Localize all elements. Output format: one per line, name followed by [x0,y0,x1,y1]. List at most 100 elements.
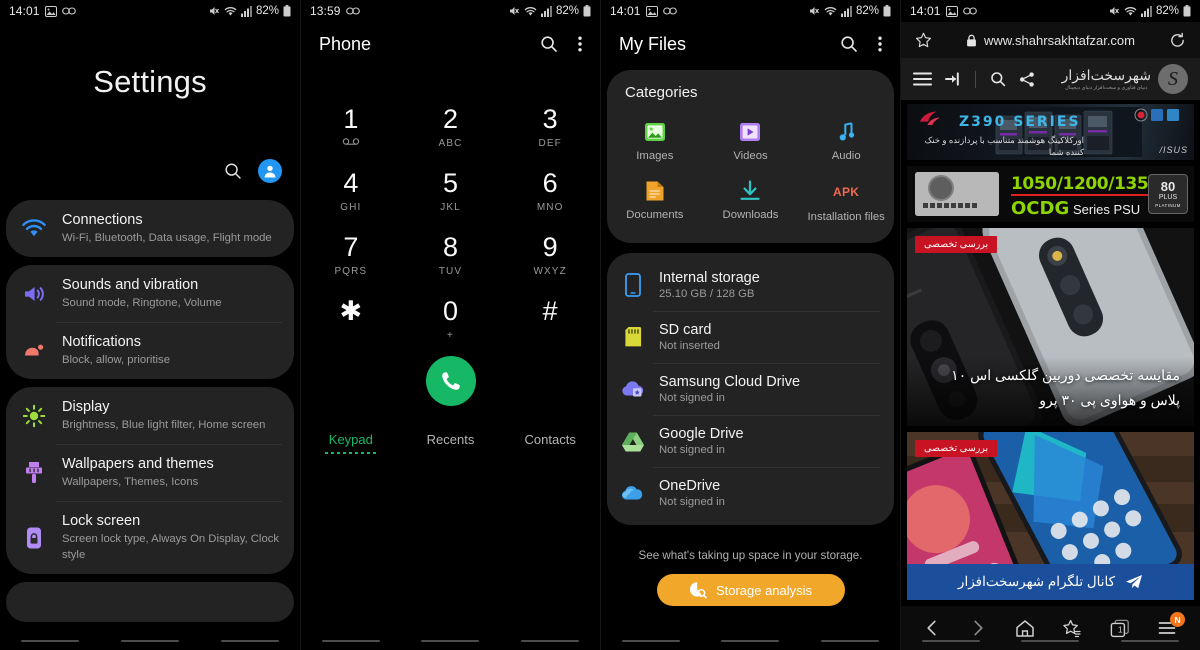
dial-key-4[interactable]: 4 GHI [301,160,401,222]
storage-analysis-label: Storage analysis [715,582,813,598]
storage-title: OneDrive [659,478,721,494]
badge-mid: PLUS [1158,194,1178,202]
article-card-camera-comparison[interactable]: بررسی تخصصی مقایسه تخصصی دوربین گلکسی اس… [907,228,1194,426]
search-icon[interactable] [224,162,242,180]
ad-banner-asus-z390[interactable]: Z390 SERIES اورکلاکینگ هوشمند متناسب با … [907,104,1194,160]
dial-key-3[interactable]: 3 DEF [500,96,600,158]
search-icon[interactable] [540,35,558,53]
dial-key-5[interactable]: 5 JKL [401,160,501,222]
more-vertical-icon[interactable] [578,36,582,52]
gesture-bar[interactable] [901,632,1200,650]
psu-product-image [915,172,999,216]
category-installation-files[interactable]: APK Installation files [798,172,894,229]
dial-letters: WXYZ [533,265,567,277]
gesture-bar[interactable] [601,632,900,650]
phone-appbar: Phone [301,22,600,66]
gesture-bar[interactable] [301,632,600,650]
tab-label: Contacts [524,432,576,447]
storage-item-samsung-cloud-drive[interactable]: Samsung Cloud Drive Not signed in [607,363,894,415]
dial-key-7[interactable]: 7 PQRS [301,224,401,286]
categories-heading: Categories [625,84,698,101]
call-button-wrap [301,356,600,406]
ad-banner-ocdg-psu[interactable]: 1050/1200/1350W OCDG Series PSU 80 PLUS … [907,166,1194,222]
dial-key-2[interactable]: 2 ABC [401,96,501,158]
video-icon [739,121,761,143]
sidebar-item-lock-screen[interactable]: Lock screen Screen lock type, Always On … [6,501,294,573]
page-title: My Files [619,33,686,54]
settings-card-next-partial[interactable] [6,581,294,622]
wifi-icon [6,218,62,239]
article-card-second[interactable]: بررسی تخصصی [907,432,1194,564]
dial-key-0[interactable]: 0 + [401,288,501,350]
panel-my-files: 14:01 82% My Files Categories Images Vid… [600,0,900,650]
tab-contacts[interactable]: Contacts [500,432,600,454]
dial-letters: TUV [438,265,463,277]
more-vertical-icon[interactable] [878,36,882,52]
ad-model-label: OCDG [1011,198,1070,219]
dial-key-9[interactable]: 9 WXYZ [500,224,600,286]
sidebar-item-connections[interactable]: Connections Wi-Fi, Bluetooth, Data usage… [6,200,294,257]
dial-key-1[interactable]: 1 [301,96,401,158]
url-display[interactable]: www.shahrsakhtafzar.com [942,33,1159,48]
battery-percent: 82% [855,5,879,17]
category-documents[interactable]: Documents [607,172,703,229]
site-logo: S [1158,64,1188,94]
sidebar-item-wallpapers-and-themes[interactable]: Wallpapers and themes Wallpapers, Themes… [6,444,294,501]
ad-award-badges-icon [1134,108,1179,122]
dial-key-8[interactable]: 8 TUV [401,224,501,286]
storage-item-internal[interactable]: Internal storage 25.10 GB / 128 GB [607,259,894,311]
dial-digit: # [542,295,558,326]
brand-name: شهرسخت‌افزار [1061,67,1151,83]
sidebar-item-notifications[interactable]: Notifications Block, allow, prioritise [6,322,294,379]
login-icon[interactable] [945,72,961,86]
call-button[interactable] [425,356,476,406]
telegram-channel-bar[interactable]: کانال تلگرام شهرسخت‌افزار [907,564,1194,600]
storage-item-google-drive[interactable]: Google Drive Not signed in [607,415,894,467]
dial-key-hash[interactable]: # [500,288,600,350]
sidebar-item-display[interactable]: Display Brightness, Blue light filter, H… [6,387,294,444]
storage-note: See what's taking up space in your stora… [638,549,863,562]
setting-subtitle: Wi-Fi, Bluetooth, Data usage, Flight mod… [62,231,272,244]
category-videos[interactable]: Videos [703,113,799,168]
tab-keypad[interactable]: Keypad [301,432,401,454]
battery-percent: 82% [1155,5,1179,17]
status-time: 13:59 [310,4,341,18]
tab-recents[interactable]: Recents [401,432,501,454]
category-downloads[interactable]: Downloads [703,172,799,229]
dial-key-star[interactable]: ✱ [301,288,401,350]
categories-card: Categories Images Videos Audio Documents [607,70,894,243]
dial-letters: + [447,329,454,341]
setting-title: Notifications [62,334,141,351]
dial-digit: 2 [442,103,458,134]
category-label: Videos [733,150,768,162]
browser-url-bar[interactable]: www.shahrsakhtafzar.com [901,22,1200,58]
battery-icon [883,5,891,17]
dial-key-6[interactable]: 6 MNO [500,160,600,222]
storage-item-sd-card[interactable]: SD card Not inserted [607,311,894,363]
reload-icon[interactable] [1169,32,1186,49]
site-brand[interactable]: شهرسخت‌افزار دنیای فناوری و سخت‌افزار دن… [1062,64,1188,94]
storage-analysis-button[interactable]: Storage analysis [656,574,845,606]
wifi-icon [824,6,837,17]
badge-bottom: PLATINUM [1155,202,1181,208]
category-label: Installation files [807,211,885,223]
status-bar: 14:01 82% [601,0,900,22]
sidebar-item-sounds-and-vibration[interactable]: Sounds and vibration Sound mode, Rington… [6,265,294,322]
storage-analysis-icon [689,581,707,599]
search-icon[interactable] [840,35,858,53]
category-audio[interactable]: Audio [798,113,894,168]
category-images[interactable]: Images [607,113,703,168]
share-icon[interactable] [1019,71,1035,87]
wifi-icon [1124,6,1137,17]
settings-card-sound-notifications: Sounds and vibration Sound mode, Rington… [6,265,294,380]
search-icon[interactable] [990,71,1006,87]
dial-letters: PQRS [334,265,368,277]
account-avatar-icon[interactable] [258,159,282,183]
gallery-icon [645,5,658,17]
star-icon[interactable] [915,32,932,49]
storage-item-onedrive[interactable]: OneDrive Not signed in [607,467,894,519]
signal-icon [840,5,852,17]
gesture-bar[interactable] [0,632,300,650]
hamburger-icon[interactable] [913,72,932,86]
dial-digit: 5 [442,167,458,198]
